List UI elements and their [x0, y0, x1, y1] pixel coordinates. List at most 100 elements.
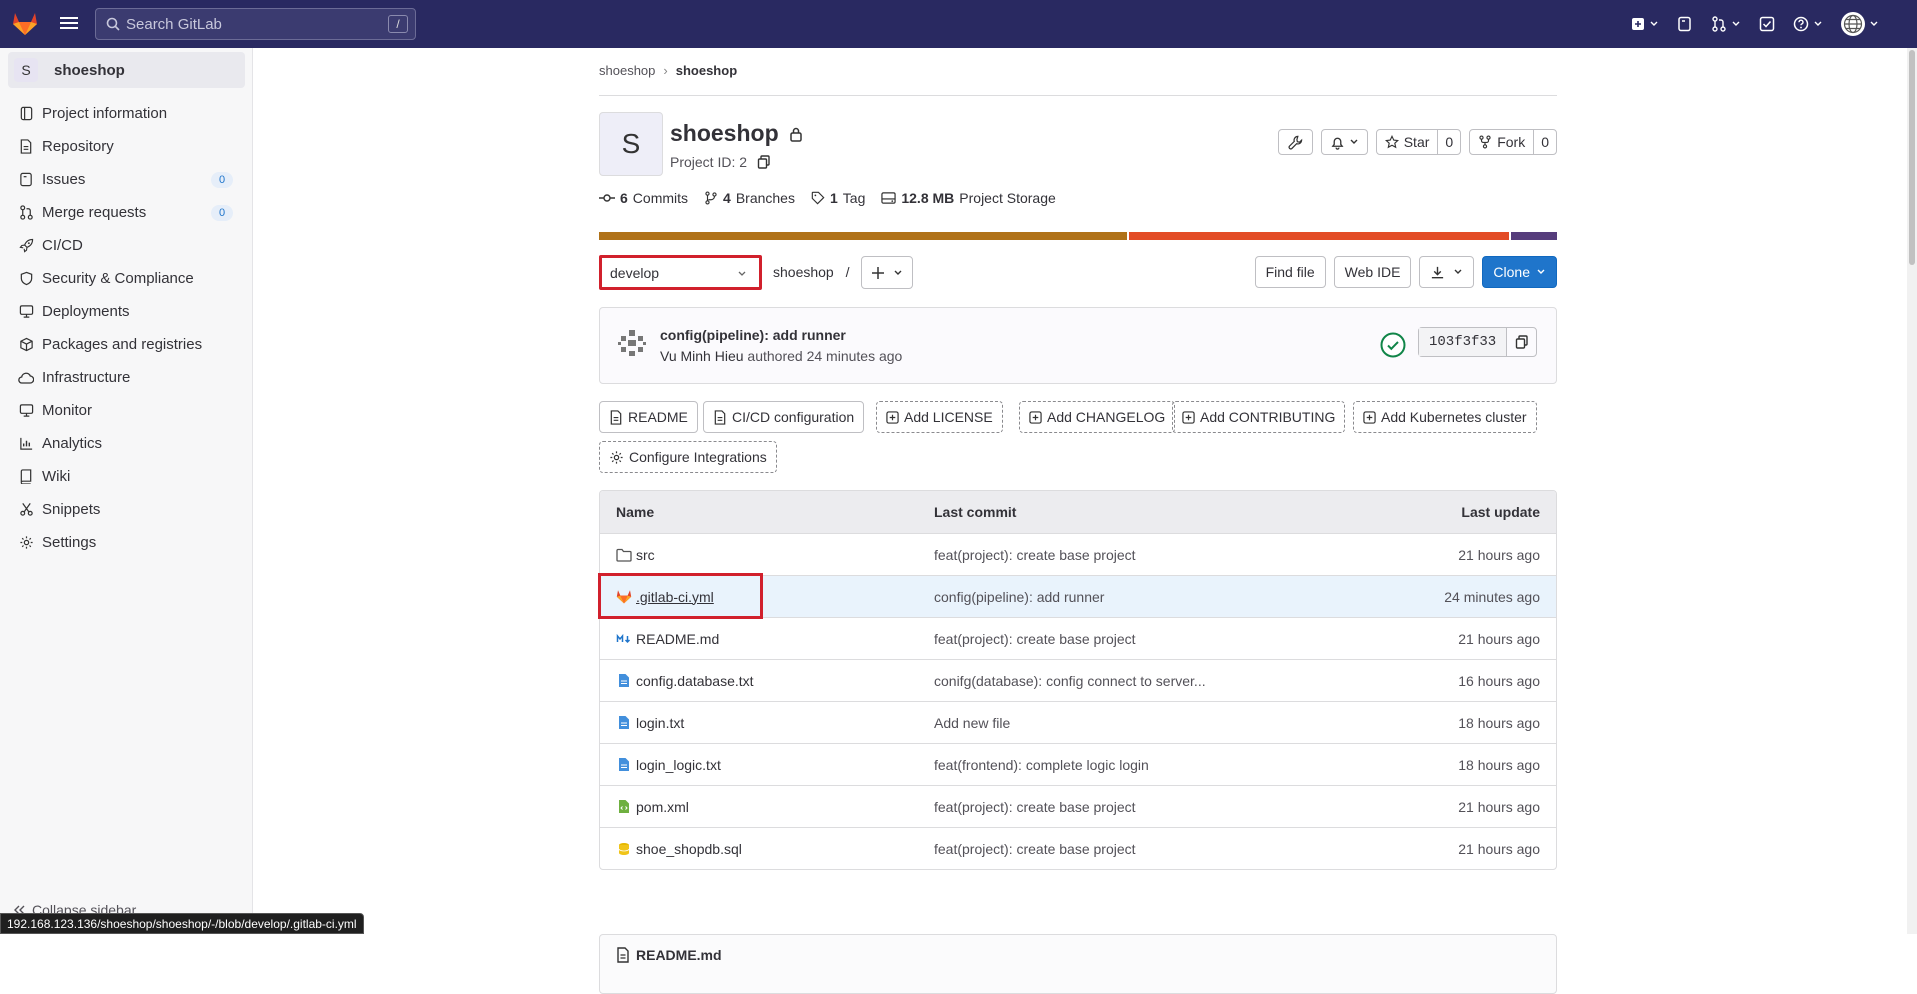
tags-link[interactable]: 1 Tag: [811, 190, 865, 206]
copy-sha-button[interactable]: [1506, 328, 1536, 356]
file-last-commit[interactable]: config(pipeline): add runner: [934, 589, 1104, 605]
web-ide-button[interactable]: Web IDE: [1333, 256, 1412, 288]
file-name-cell[interactable]: config.database.txt: [616, 673, 754, 689]
copy-project-id-button[interactable]: [757, 155, 771, 169]
file-last-commit[interactable]: feat(project): create base project: [934, 841, 1136, 857]
breadcrumb-current[interactable]: shoeshop: [676, 63, 737, 78]
search-input[interactable]: Search GitLab /: [95, 8, 416, 40]
sidebar-item-settings[interactable]: Settings: [0, 526, 253, 559]
sidebar-item-deployments[interactable]: Deployments: [0, 295, 253, 328]
download-dropdown[interactable]: [1419, 256, 1475, 288]
repo-path-root[interactable]: shoeshop: [773, 264, 834, 280]
markdown-icon: [616, 633, 632, 645]
file-name[interactable]: shoe_shopdb.sql: [636, 841, 742, 857]
repository-language-bar[interactable]: [599, 232, 1557, 240]
commit-authored-label: authored: [747, 348, 803, 364]
project-name: shoeshop: [670, 120, 779, 146]
info-icon: [18, 106, 34, 122]
table-row[interactable]: login.txt Add new file 18 hours ago: [600, 701, 1556, 743]
file-name-cell[interactable]: pom.xml: [616, 799, 689, 815]
help-dropdown[interactable]: [1793, 16, 1823, 32]
commit-message[interactable]: config(pipeline): add runner: [660, 327, 846, 343]
todos-nav-button[interactable]: [1759, 16, 1775, 32]
fork-count[interactable]: 0: [1533, 130, 1556, 154]
sidebar-item-repository[interactable]: Repository: [0, 130, 253, 163]
table-row[interactable]: config.database.txt conifg(database): con…: [600, 659, 1556, 701]
table-row[interactable]: README.md feat(project): create base proj…: [600, 617, 1556, 659]
page-scrollbar[interactable]: [1907, 48, 1917, 934]
file-last-commit[interactable]: Add new file: [934, 715, 1010, 731]
quick-action-readme[interactable]: README: [599, 401, 698, 433]
scrollbar-thumb[interactable]: [1909, 50, 1915, 265]
sidebar-item-wiki[interactable]: Wiki: [0, 460, 253, 493]
commits-link[interactable]: 6 Commits: [599, 190, 688, 206]
file-name[interactable]: login_logic.txt: [636, 757, 721, 773]
sidebar-item-project-information[interactable]: Project information: [0, 97, 253, 130]
file-name[interactable]: pom.xml: [636, 799, 689, 815]
notification-settings-dropdown[interactable]: [1320, 129, 1368, 155]
branches-link[interactable]: 4 Branches: [704, 190, 795, 206]
quick-action-add-changelog[interactable]: Add CHANGELOG: [1019, 401, 1176, 433]
sidebar-item-security-compliance[interactable]: Security & Compliance: [0, 262, 253, 295]
quick-action-ci-cd-configuration[interactable]: CI/CD configuration: [703, 401, 865, 433]
sidebar-item-analytics[interactable]: Analytics: [0, 427, 253, 460]
menu-hamburger-icon[interactable]: [60, 15, 78, 31]
star-button[interactable]: Star 0: [1375, 129, 1462, 155]
pipeline-status-icon[interactable]: [1380, 332, 1406, 358]
add-to-tree-dropdown[interactable]: [861, 256, 913, 289]
file-name-cell[interactable]: login_logic.txt: [616, 757, 721, 773]
user-menu-dropdown[interactable]: [1841, 12, 1879, 36]
table-row[interactable]: login_logic.txt feat(frontend): complete …: [600, 743, 1556, 785]
language-segment[interactable]: [599, 232, 1127, 240]
file-name[interactable]: README.md: [636, 631, 719, 647]
file-last-commit[interactable]: feat(frontend): complete logic login: [934, 757, 1149, 773]
file-name-cell[interactable]: src: [616, 547, 655, 563]
commit-author[interactable]: Vu Minh Hieu: [660, 348, 744, 364]
sidebar-item-packages-and-registries[interactable]: Packages and registries: [0, 328, 253, 361]
file-name-cell[interactable]: shoe_shopdb.sql: [616, 841, 742, 857]
issues-nav-button[interactable]: [1677, 16, 1693, 32]
breadcrumb-parent[interactable]: shoeshop: [599, 63, 655, 78]
storage-link[interactable]: 12.8 MB Project Storage: [881, 190, 1056, 206]
chevron-down-icon: [738, 271, 746, 276]
sidebar-item-monitor[interactable]: Monitor: [0, 394, 253, 427]
find-file-button[interactable]: Find file: [1254, 256, 1326, 288]
table-row[interactable]: shoe_shopdb.sql feat(project): create bas…: [600, 827, 1556, 869]
file-name[interactable]: config.database.txt: [636, 673, 754, 689]
fork-button[interactable]: Fork 0: [1469, 129, 1557, 155]
file-name-cell[interactable]: README.md: [616, 631, 719, 647]
file-last-commit[interactable]: feat(project): create base project: [934, 799, 1136, 815]
quick-action-add-kubernetes-cluster[interactable]: Add Kubernetes cluster: [1353, 401, 1537, 433]
sidebar-item-snippets[interactable]: Snippets: [0, 493, 253, 526]
sidebar-item-infrastructure[interactable]: Infrastructure: [0, 361, 253, 394]
file-last-commit[interactable]: conifg(database): config connect to serv…: [934, 673, 1206, 689]
sidebar-item-ci-cd[interactable]: CI/CD: [0, 229, 253, 262]
star-count[interactable]: 0: [1437, 130, 1460, 154]
cloud-icon: [18, 370, 34, 386]
file-name[interactable]: login.txt: [636, 715, 684, 731]
file-name[interactable]: src: [636, 547, 655, 563]
star-label: Star: [1403, 134, 1430, 150]
quick-action-add-license[interactable]: Add LICENSE: [876, 401, 1003, 433]
gitlab-logo-icon[interactable]: [12, 11, 38, 36]
settings-button[interactable]: [1277, 129, 1313, 155]
sidebar-item-issues[interactable]: Issues 0: [0, 163, 253, 196]
create-new-dropdown[interactable]: [1631, 17, 1659, 31]
sidebar: S shoeshop Project information Repository…: [0, 48, 253, 934]
merge-requests-nav-button[interactable]: [1711, 16, 1741, 32]
sidebar-project-link[interactable]: S shoeshop: [8, 52, 245, 88]
table-row[interactable]: pom.xml feat(project): create base projec…: [600, 785, 1556, 827]
table-row[interactable]: src feat(project): create base project 21 …: [600, 533, 1556, 575]
clone-dropdown[interactable]: Clone: [1482, 256, 1557, 288]
branch-selector-dropdown[interactable]: develop: [599, 255, 762, 290]
language-segment[interactable]: [1511, 232, 1557, 240]
file-name-cell[interactable]: login.txt: [616, 715, 684, 731]
quick-action-add-contributing[interactable]: Add CONTRIBUTING: [1172, 401, 1346, 433]
file-last-commit[interactable]: feat(project): create base project: [934, 547, 1136, 563]
author-avatar[interactable]: [617, 328, 647, 358]
language-segment[interactable]: [1128, 232, 1510, 240]
file-last-commit[interactable]: feat(project): create base project: [934, 631, 1136, 647]
sidebar-item-merge-requests[interactable]: Merge requests 0: [0, 196, 253, 229]
quick-action-configure-integrations[interactable]: Configure Integrations: [599, 441, 777, 473]
commit-sha[interactable]: 103f3f33: [1419, 328, 1507, 356]
